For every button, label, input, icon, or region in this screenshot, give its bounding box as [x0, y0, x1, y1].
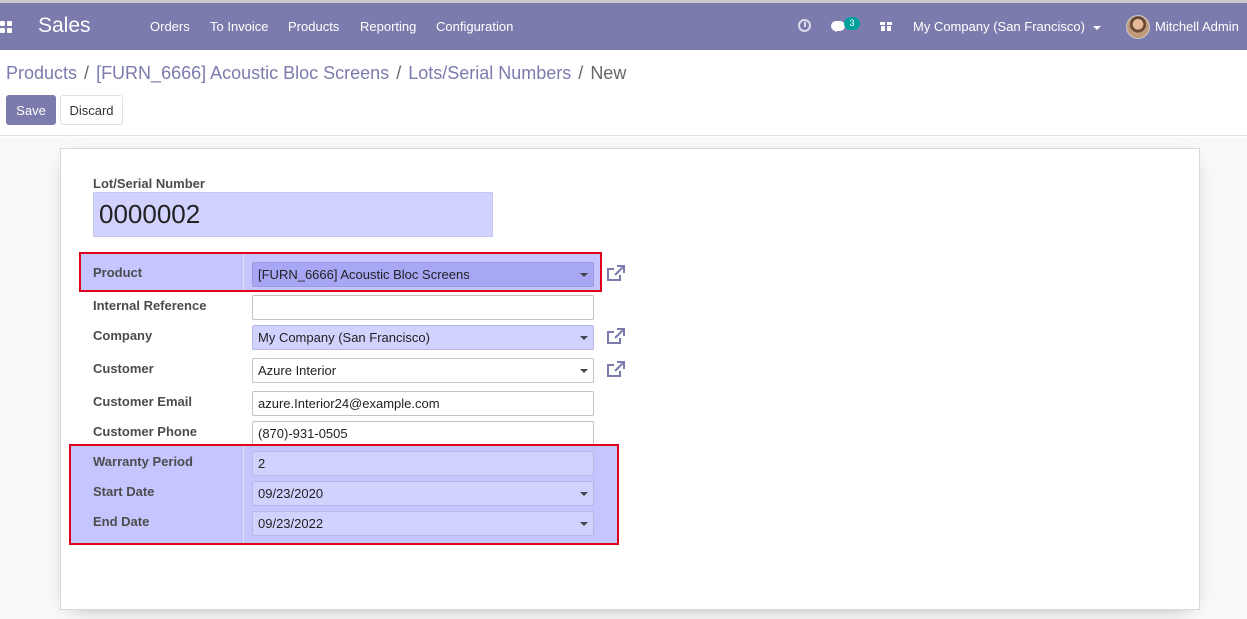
breadcrumb-current: New: [590, 63, 627, 83]
customer-phone-label: Customer Phone: [93, 424, 198, 439]
chevron-down-icon: [580, 336, 588, 340]
company-label: Company: [93, 328, 153, 343]
breadcrumb-separator: /: [84, 63, 90, 83]
chat-count-badge: 3: [844, 17, 860, 30]
company-select[interactable]: My Company (San Francisco): [252, 325, 594, 350]
breadcrumb-product[interactable]: [FURN_6666] Acoustic Bloc Screens: [96, 63, 389, 83]
user-avatar[interactable]: [1126, 15, 1150, 39]
customer-email-input[interactable]: azure.Interior24@example.com: [252, 391, 594, 416]
top-navbar: Sales Orders To Invoice Products Reporti…: [0, 0, 1247, 50]
discard-button[interactable]: Discard: [60, 95, 123, 125]
customer-phone-input[interactable]: (870)-931-0505: [252, 421, 594, 446]
app-brand[interactable]: Sales: [38, 14, 91, 38]
breadcrumb: Products / [FURN_6666] Acoustic Bloc Scree…: [6, 63, 626, 84]
external-link-icon[interactable]: [606, 361, 626, 379]
company-switcher[interactable]: My Company (San Francisco): [913, 19, 1101, 34]
menu-configuration[interactable]: Configuration: [436, 19, 513, 34]
external-link-icon[interactable]: [606, 265, 626, 283]
customer-label: Customer: [93, 361, 154, 376]
company-select-value: My Company (San Francisco): [258, 330, 430, 345]
breadcrumb-separator: /: [396, 63, 402, 83]
activity-clock-icon[interactable]: [798, 19, 811, 32]
customer-select-value: Azure Interior: [258, 363, 337, 378]
lot-serial-label: Lot/Serial Number: [93, 176, 205, 191]
save-button[interactable]: Save: [6, 95, 56, 125]
menu-to-invoice[interactable]: To Invoice: [210, 19, 269, 34]
external-link-icon[interactable]: [606, 328, 626, 346]
chat-messages-icon[interactable]: [831, 21, 845, 32]
chevron-down-icon: [580, 369, 588, 373]
warranty-highlight-box: [69, 444, 619, 545]
user-menu[interactable]: Mitchell Admin: [1155, 19, 1239, 34]
breadcrumb-products[interactable]: Products: [6, 63, 77, 83]
menu-products[interactable]: Products: [288, 19, 339, 34]
breadcrumb-lots[interactable]: Lots/Serial Numbers: [408, 63, 571, 83]
customer-select[interactable]: Azure Interior: [252, 358, 594, 383]
control-panel: Products / [FURN_6666] Acoustic Bloc Scree…: [0, 50, 1247, 136]
lot-serial-input[interactable]: 0000002: [93, 192, 493, 237]
chevron-down-icon: [1092, 25, 1101, 30]
menu-orders[interactable]: Orders: [150, 19, 190, 34]
breadcrumb-separator: /: [578, 63, 584, 83]
apps-menu-icon[interactable]: [0, 18, 14, 34]
gift-icon[interactable]: [880, 19, 892, 31]
product-highlight-box: [79, 252, 602, 292]
menu-reporting[interactable]: Reporting: [360, 19, 416, 34]
company-switcher-label: My Company (San Francisco): [913, 19, 1085, 34]
customer-email-label: Customer Email: [93, 394, 192, 409]
internal-reference-label: Internal Reference: [93, 298, 207, 313]
internal-reference-input[interactable]: [252, 295, 594, 320]
